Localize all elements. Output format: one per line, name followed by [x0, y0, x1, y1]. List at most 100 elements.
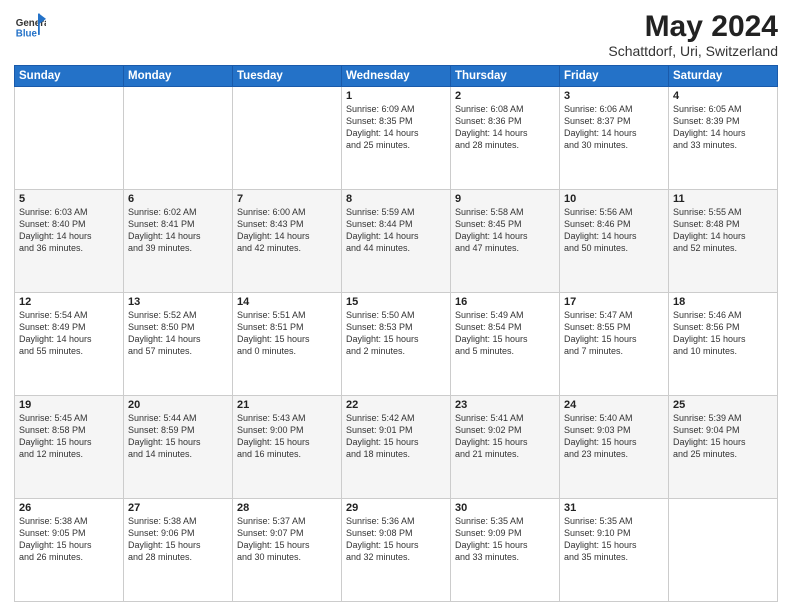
table-row: [669, 499, 778, 602]
table-row: 20Sunrise: 5:44 AM Sunset: 8:59 PM Dayli…: [124, 396, 233, 499]
table-row: 3Sunrise: 6:06 AM Sunset: 8:37 PM Daylig…: [560, 87, 669, 190]
table-row: 17Sunrise: 5:47 AM Sunset: 8:55 PM Dayli…: [560, 293, 669, 396]
day-info: Sunrise: 5:35 AM Sunset: 9:09 PM Dayligh…: [455, 515, 555, 564]
day-number: 4: [673, 90, 773, 102]
table-row: 27Sunrise: 5:38 AM Sunset: 9:06 PM Dayli…: [124, 499, 233, 602]
day-number: 22: [346, 399, 446, 411]
table-row: [124, 87, 233, 190]
day-info: Sunrise: 5:37 AM Sunset: 9:07 PM Dayligh…: [237, 515, 337, 564]
day-info: Sunrise: 5:39 AM Sunset: 9:04 PM Dayligh…: [673, 412, 773, 461]
day-number: 7: [237, 193, 337, 205]
day-number: 25: [673, 399, 773, 411]
table-row: 7Sunrise: 6:00 AM Sunset: 8:43 PM Daylig…: [233, 190, 342, 293]
table-row: 2Sunrise: 6:08 AM Sunset: 8:36 PM Daylig…: [451, 87, 560, 190]
day-info: Sunrise: 5:40 AM Sunset: 9:03 PM Dayligh…: [564, 412, 664, 461]
calendar-header-row: Sunday Monday Tuesday Wednesday Thursday…: [15, 66, 778, 87]
day-number: 26: [19, 502, 119, 514]
day-info: Sunrise: 5:42 AM Sunset: 9:01 PM Dayligh…: [346, 412, 446, 461]
calendar-week-row: 19Sunrise: 5:45 AM Sunset: 8:58 PM Dayli…: [15, 396, 778, 499]
day-info: Sunrise: 5:41 AM Sunset: 9:02 PM Dayligh…: [455, 412, 555, 461]
day-number: 8: [346, 193, 446, 205]
table-row: 8Sunrise: 5:59 AM Sunset: 8:44 PM Daylig…: [342, 190, 451, 293]
day-info: Sunrise: 6:09 AM Sunset: 8:35 PM Dayligh…: [346, 103, 446, 152]
table-row: 29Sunrise: 5:36 AM Sunset: 9:08 PM Dayli…: [342, 499, 451, 602]
day-info: Sunrise: 5:46 AM Sunset: 8:56 PM Dayligh…: [673, 309, 773, 358]
day-info: Sunrise: 5:49 AM Sunset: 8:54 PM Dayligh…: [455, 309, 555, 358]
table-row: 28Sunrise: 5:37 AM Sunset: 9:07 PM Dayli…: [233, 499, 342, 602]
day-info: Sunrise: 6:06 AM Sunset: 8:37 PM Dayligh…: [564, 103, 664, 152]
day-info: Sunrise: 5:43 AM Sunset: 9:00 PM Dayligh…: [237, 412, 337, 461]
day-number: 11: [673, 193, 773, 205]
day-number: 16: [455, 296, 555, 308]
logo-icon: General Blue: [14, 10, 46, 42]
day-info: Sunrise: 5:38 AM Sunset: 9:05 PM Dayligh…: [19, 515, 119, 564]
calendar-week-row: 26Sunrise: 5:38 AM Sunset: 9:05 PM Dayli…: [15, 499, 778, 602]
day-info: Sunrise: 5:58 AM Sunset: 8:45 PM Dayligh…: [455, 206, 555, 255]
day-number: 1: [346, 90, 446, 102]
table-row: 15Sunrise: 5:50 AM Sunset: 8:53 PM Dayli…: [342, 293, 451, 396]
table-row: [233, 87, 342, 190]
table-row: 23Sunrise: 5:41 AM Sunset: 9:02 PM Dayli…: [451, 396, 560, 499]
table-row: 25Sunrise: 5:39 AM Sunset: 9:04 PM Dayli…: [669, 396, 778, 499]
day-info: Sunrise: 5:45 AM Sunset: 8:58 PM Dayligh…: [19, 412, 119, 461]
day-info: Sunrise: 5:35 AM Sunset: 9:10 PM Dayligh…: [564, 515, 664, 564]
day-number: 5: [19, 193, 119, 205]
logo: General Blue: [14, 10, 48, 42]
table-row: 19Sunrise: 5:45 AM Sunset: 8:58 PM Dayli…: [15, 396, 124, 499]
col-friday: Friday: [560, 66, 669, 87]
day-number: 29: [346, 502, 446, 514]
day-info: Sunrise: 5:55 AM Sunset: 8:48 PM Dayligh…: [673, 206, 773, 255]
table-row: 12Sunrise: 5:54 AM Sunset: 8:49 PM Dayli…: [15, 293, 124, 396]
day-number: 17: [564, 296, 664, 308]
day-info: Sunrise: 5:47 AM Sunset: 8:55 PM Dayligh…: [564, 309, 664, 358]
day-info: Sunrise: 6:05 AM Sunset: 8:39 PM Dayligh…: [673, 103, 773, 152]
col-saturday: Saturday: [669, 66, 778, 87]
day-number: 2: [455, 90, 555, 102]
table-row: 21Sunrise: 5:43 AM Sunset: 9:00 PM Dayli…: [233, 396, 342, 499]
day-info: Sunrise: 5:56 AM Sunset: 8:46 PM Dayligh…: [564, 206, 664, 255]
day-number: 15: [346, 296, 446, 308]
day-info: Sunrise: 5:50 AM Sunset: 8:53 PM Dayligh…: [346, 309, 446, 358]
day-number: 6: [128, 193, 228, 205]
day-number: 9: [455, 193, 555, 205]
day-number: 27: [128, 502, 228, 514]
table-row: 11Sunrise: 5:55 AM Sunset: 8:48 PM Dayli…: [669, 190, 778, 293]
day-number: 10: [564, 193, 664, 205]
table-row: 10Sunrise: 5:56 AM Sunset: 8:46 PM Dayli…: [560, 190, 669, 293]
title-block: May 2024 Schattdorf, Uri, Switzerland: [608, 10, 778, 59]
day-info: Sunrise: 6:03 AM Sunset: 8:40 PM Dayligh…: [19, 206, 119, 255]
table-row: 4Sunrise: 6:05 AM Sunset: 8:39 PM Daylig…: [669, 87, 778, 190]
table-row: 31Sunrise: 5:35 AM Sunset: 9:10 PM Dayli…: [560, 499, 669, 602]
table-row: 5Sunrise: 6:03 AM Sunset: 8:40 PM Daylig…: [15, 190, 124, 293]
table-row: 9Sunrise: 5:58 AM Sunset: 8:45 PM Daylig…: [451, 190, 560, 293]
svg-text:Blue: Blue: [16, 29, 38, 40]
col-wednesday: Wednesday: [342, 66, 451, 87]
day-number: 28: [237, 502, 337, 514]
table-row: 24Sunrise: 5:40 AM Sunset: 9:03 PM Dayli…: [560, 396, 669, 499]
day-number: 19: [19, 399, 119, 411]
day-number: 3: [564, 90, 664, 102]
day-info: Sunrise: 5:52 AM Sunset: 8:50 PM Dayligh…: [128, 309, 228, 358]
day-info: Sunrise: 5:54 AM Sunset: 8:49 PM Dayligh…: [19, 309, 119, 358]
table-row: 6Sunrise: 6:02 AM Sunset: 8:41 PM Daylig…: [124, 190, 233, 293]
day-info: Sunrise: 5:51 AM Sunset: 8:51 PM Dayligh…: [237, 309, 337, 358]
location-subtitle: Schattdorf, Uri, Switzerland: [608, 43, 778, 59]
table-row: 13Sunrise: 5:52 AM Sunset: 8:50 PM Dayli…: [124, 293, 233, 396]
calendar-table: Sunday Monday Tuesday Wednesday Thursday…: [14, 65, 778, 602]
day-info: Sunrise: 5:59 AM Sunset: 8:44 PM Dayligh…: [346, 206, 446, 255]
table-row: 18Sunrise: 5:46 AM Sunset: 8:56 PM Dayli…: [669, 293, 778, 396]
day-number: 24: [564, 399, 664, 411]
day-number: 21: [237, 399, 337, 411]
day-number: 14: [237, 296, 337, 308]
day-number: 18: [673, 296, 773, 308]
table-row: 26Sunrise: 5:38 AM Sunset: 9:05 PM Dayli…: [15, 499, 124, 602]
table-row: 30Sunrise: 5:35 AM Sunset: 9:09 PM Dayli…: [451, 499, 560, 602]
col-thursday: Thursday: [451, 66, 560, 87]
day-info: Sunrise: 5:36 AM Sunset: 9:08 PM Dayligh…: [346, 515, 446, 564]
month-title: May 2024: [608, 10, 778, 43]
col-tuesday: Tuesday: [233, 66, 342, 87]
page: General Blue May 2024 Schattdorf, Uri, S…: [0, 0, 792, 612]
table-row: [15, 87, 124, 190]
col-monday: Monday: [124, 66, 233, 87]
day-info: Sunrise: 6:02 AM Sunset: 8:41 PM Dayligh…: [128, 206, 228, 255]
